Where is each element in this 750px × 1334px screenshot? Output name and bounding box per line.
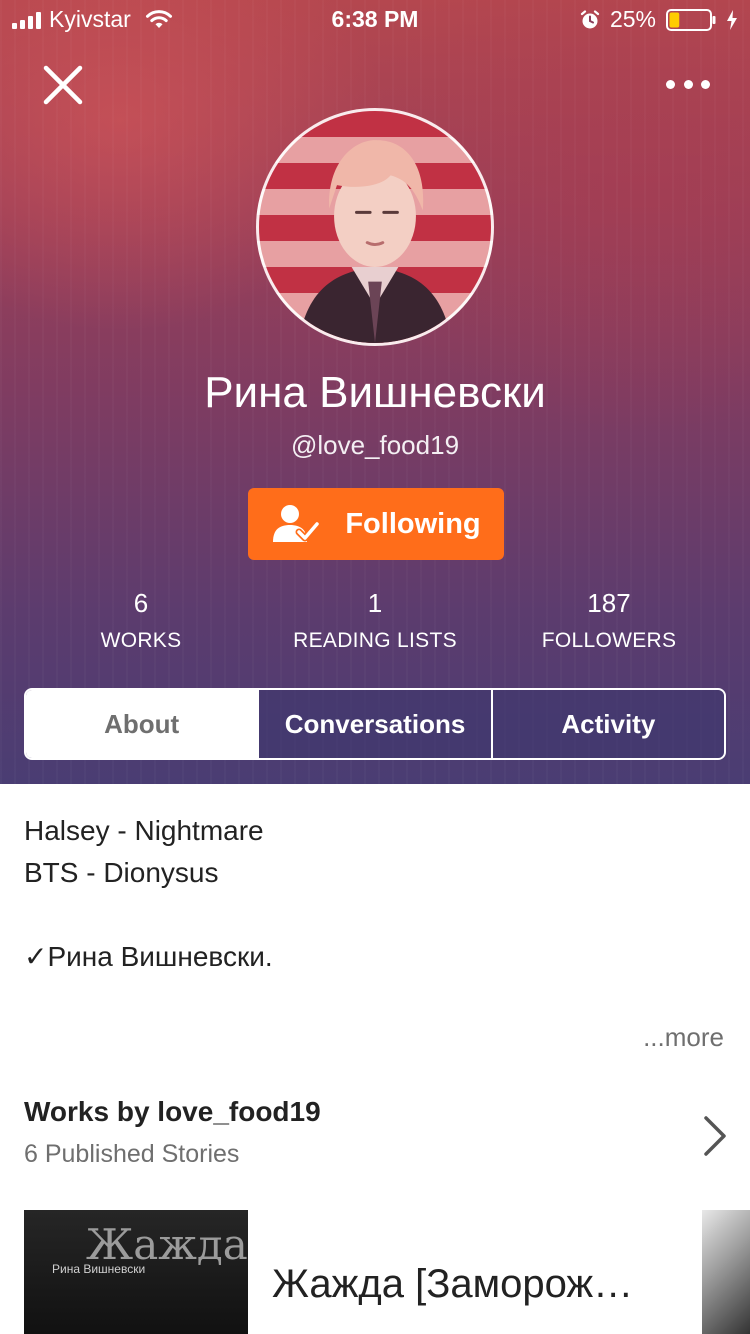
following-button-label: Following [345, 507, 481, 540]
about-line: BTS - Dionysus [24, 857, 219, 888]
battery-percent: 25% [609, 6, 656, 32]
alarm-icon [580, 9, 600, 28]
stat-reading-lists-value: 1 [367, 588, 383, 618]
tab-activity[interactable]: Activity [490, 690, 724, 758]
profile-username: @love_food19 [290, 430, 460, 460]
story-cover[interactable]: Жажда Рина Вишневски [24, 1210, 248, 1334]
stat-works-label: WORKS [100, 629, 182, 652]
status-right: 25% [580, 6, 738, 33]
profile-tabs: About Conversations Activity [24, 688, 726, 760]
about-more-link[interactable]: ...more [643, 1022, 724, 1053]
stat-followers-value: 187 [587, 588, 631, 618]
avatar[interactable] [256, 108, 494, 346]
profile-stats: 6 WORKS 1 READING LISTS 187 FOLLOWERS [0, 588, 750, 658]
story-cover-author: Рина Вишневски [52, 1262, 146, 1276]
profile-display-name: Рина Вишневски [204, 368, 546, 417]
charging-bolt-icon [727, 9, 737, 30]
stat-works-value: 6 [133, 588, 149, 618]
works-section-subtitle: 6 Published Stories [24, 1140, 240, 1168]
profile-header: Kyivstar 6:38 PM 25% Рина Вишневски @lov… [0, 0, 750, 784]
tab-about[interactable]: About [26, 690, 258, 758]
avatar-photo [259, 111, 491, 343]
following-button[interactable]: Following [248, 488, 504, 560]
about-line: ✓Рина Вишневски. [24, 941, 273, 972]
chevron-right-icon[interactable] [698, 1112, 730, 1160]
stat-reading-lists-label: READING LISTS [293, 629, 457, 652]
tab-conversations[interactable]: Conversations [257, 690, 491, 758]
next-story-cover[interactable] [702, 1210, 750, 1334]
story-title[interactable]: Жажда [Заморожено] [272, 1262, 652, 1307]
about-line: Halsey - Nightmare [24, 815, 264, 846]
stat-followers-label: FOLLOWERS [541, 629, 677, 652]
stat-followers[interactable]: 187 FOLLOWERS [489, 588, 729, 653]
close-button[interactable] [40, 62, 86, 108]
stat-works[interactable]: 6 WORKS [21, 588, 261, 653]
user-check-icon [273, 505, 321, 542]
about-text: Halsey - Nightmare BTS - Dionysus ✓Рина … [24, 810, 724, 978]
more-options-button[interactable] [666, 72, 710, 96]
works-section-title: Works by love_food19 [24, 1096, 321, 1127]
stat-reading-lists[interactable]: 1 READING LISTS [255, 588, 495, 653]
battery-icon [666, 8, 716, 31]
status-bar: Kyivstar 6:38 PM 25% [0, 0, 750, 40]
about-line [24, 894, 724, 936]
more-horizontal-icon [666, 79, 675, 89]
